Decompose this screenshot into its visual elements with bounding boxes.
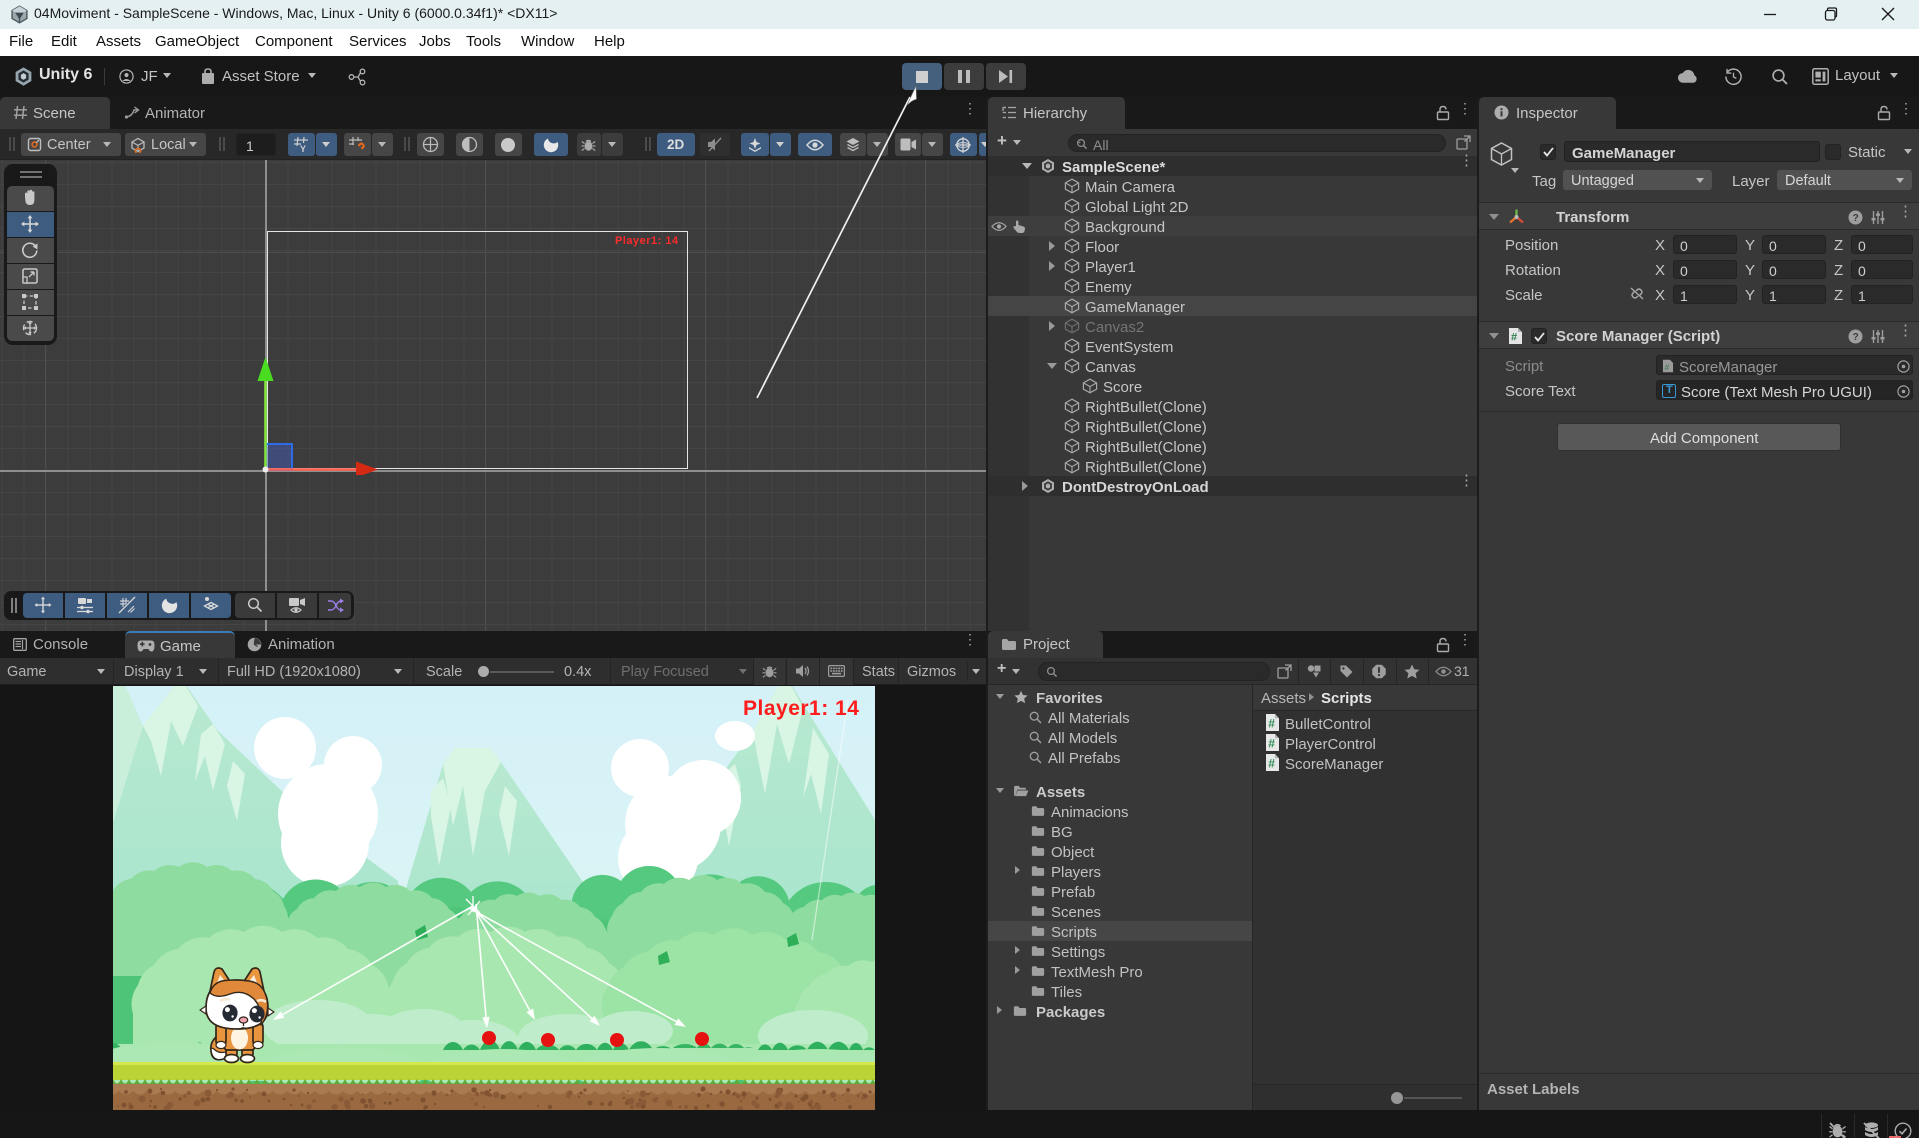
svg-text:?: ? bbox=[1853, 332, 1859, 343]
svg-text:?: ? bbox=[1853, 213, 1859, 224]
svg-text:#: # bbox=[1268, 737, 1275, 751]
svg-text:Y: Y bbox=[300, 144, 306, 153]
svg-text:#: # bbox=[1268, 757, 1275, 771]
svg-text:#: # bbox=[1268, 717, 1275, 731]
svg-text:#: # bbox=[1511, 332, 1517, 344]
svg-text:#: # bbox=[1665, 362, 1670, 372]
svg-text:Player1: 14: Player1: 14 bbox=[743, 697, 859, 720]
